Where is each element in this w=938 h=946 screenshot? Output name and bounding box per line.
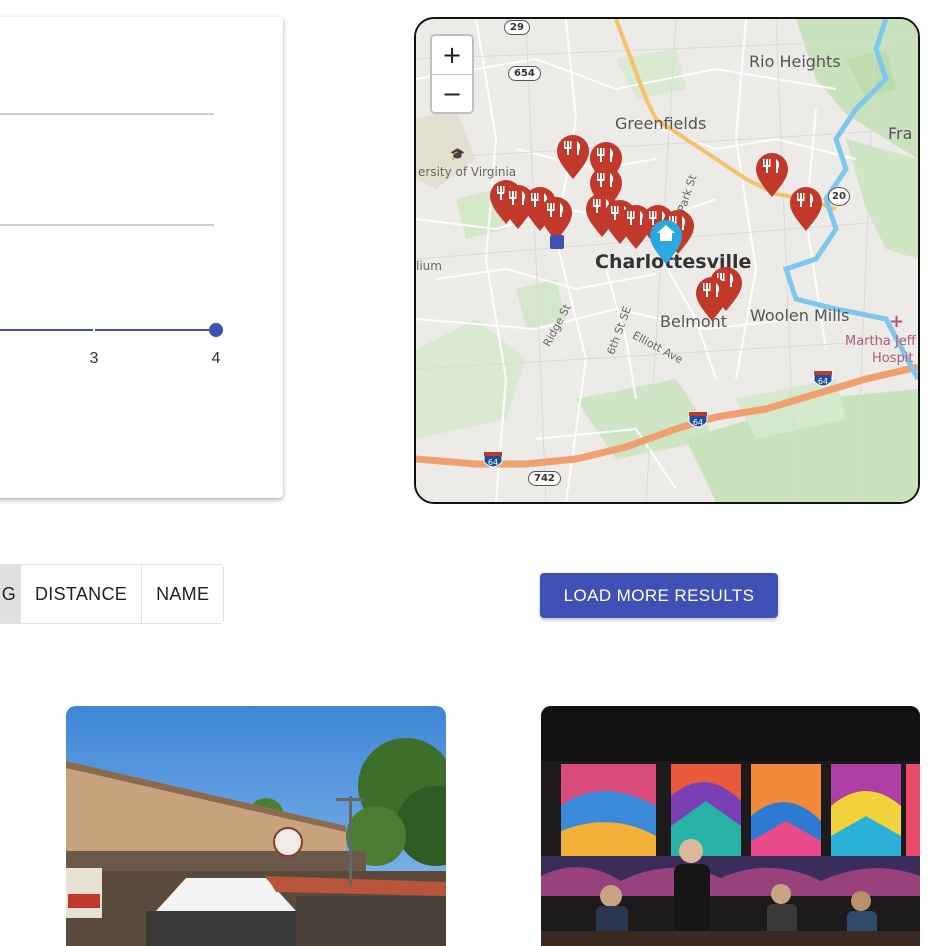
zoom-control: + − bbox=[430, 34, 474, 114]
restaurant-photo-2[interactable] bbox=[541, 706, 920, 946]
restaurant-marker[interactable] bbox=[756, 153, 788, 197]
restaurant-marker[interactable] bbox=[540, 197, 572, 241]
restaurant-map[interactable]: Rio Heights Greenfields ersity of Virgin… bbox=[414, 17, 920, 504]
map-markers bbox=[490, 135, 822, 321]
home-marker-icon[interactable] bbox=[650, 220, 682, 264]
sort-button-group: G DISTANCE NAME bbox=[0, 564, 225, 624]
restaurant-marker[interactable] bbox=[557, 135, 589, 179]
sort-rating-button[interactable]: G bbox=[0, 565, 21, 623]
restaurant-photo-1[interactable] bbox=[66, 706, 446, 946]
transit-icon bbox=[550, 235, 564, 249]
chart-svg: 3 4 bbox=[0, 113, 223, 367]
sort-name-button[interactable]: NAME bbox=[142, 565, 224, 623]
sort-distance-button[interactable]: DISTANCE bbox=[21, 565, 143, 623]
restaurant-marker[interactable] bbox=[696, 277, 728, 321]
restaurant-marker[interactable] bbox=[790, 187, 822, 231]
x-tick-label-4: 4 bbox=[212, 350, 221, 367]
rating-chart-card: 3 4 bbox=[0, 17, 283, 498]
data-point-4[interactable] bbox=[209, 323, 223, 337]
zoom-out-button[interactable]: − bbox=[432, 74, 472, 112]
zoom-in-button[interactable]: + bbox=[432, 36, 472, 74]
load-more-button[interactable]: LOAD MORE RESULTS bbox=[540, 573, 778, 618]
x-tick-label-3: 3 bbox=[90, 350, 99, 367]
